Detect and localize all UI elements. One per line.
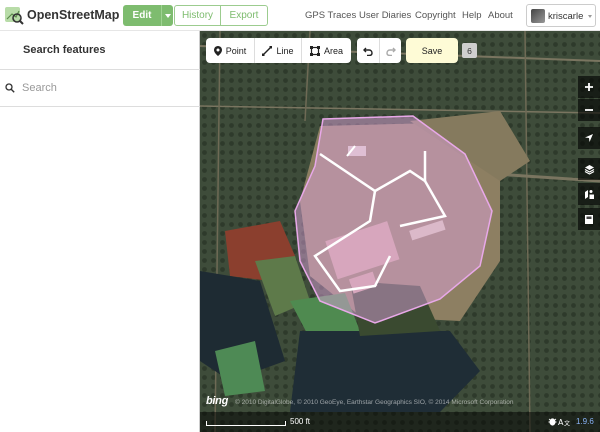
username: kriscarle [548,11,584,22]
zoom-out-button[interactable] [578,99,600,121]
redo-button[interactable] [379,38,401,63]
add-point-label: Point [225,45,247,56]
nav-link-gps-traces[interactable]: GPS Traces [305,10,356,21]
chevron-down-icon [588,15,592,18]
nav-link-help[interactable]: Help [462,10,482,21]
zoom-out-icon [585,109,593,111]
help-button[interactable] [578,208,600,230]
undo-redo-group [357,38,401,63]
version-label[interactable]: 1.9.6 [576,417,594,426]
scale-bar[interactable] [206,421,286,426]
zoom-in-icon [585,83,593,91]
line-icon [262,45,273,56]
scale-label: 500 ft [290,417,311,426]
brand-name[interactable]: OpenStreetMap [27,8,119,22]
search-input[interactable] [22,79,192,97]
search-row [0,70,200,107]
edit-count-badge: 6 [462,43,477,58]
geolocate-icon [585,134,593,142]
bug-report-icon[interactable]: A 文 [548,416,570,429]
bing-logo: bing [206,395,229,407]
avatar [531,9,545,23]
zoom-in-button[interactable] [578,76,600,98]
add-area-label: Area [323,45,343,56]
help-icon [585,214,593,224]
background-layers-button[interactable] [578,158,600,180]
top-navbar: OpenStreetMap Edit History Export GPS Tr… [0,0,600,31]
sidebar-title: Search features [23,44,106,56]
area-icon [309,45,320,56]
nav-link-about[interactable]: About [488,10,513,21]
nav-link-copyright[interactable]: Copyright [415,10,456,21]
undo-button[interactable] [357,38,379,63]
add-line-label: Line [276,45,294,56]
save-button[interactable]: Save [406,38,458,63]
edit-dropdown-button[interactable] [161,5,173,26]
add-point-button[interactable]: Point [206,38,254,63]
edit-button[interactable]: Edit [123,5,161,26]
edit-button-group: Edit [123,5,173,26]
nav-link-user-diaries[interactable]: User Diaries [359,10,411,21]
imagery-attribution[interactable]: © 2010 DigitalGlobe, © 2010 GeoEye, Eart… [235,399,513,406]
point-icon [213,45,222,56]
map-canvas[interactable]: Point Line Area Save 6 bing © 2010 Digit… [200,31,600,432]
chevron-down-icon [164,13,171,18]
map-data-button[interactable] [578,183,600,205]
map-data-icon [584,189,594,199]
user-menu[interactable]: kriscarle [526,4,596,27]
sidebar: Search features [0,31,200,432]
add-area-button[interactable]: Area [301,38,351,63]
redo-icon [385,47,396,56]
undo-icon [363,47,373,56]
draw-mode-toolbar: Point Line Area [206,38,351,63]
layers-icon [584,164,594,175]
history-button[interactable]: History [174,5,221,26]
export-button[interactable]: Export [220,5,268,26]
map-footer: 500 ft A 文 1.9.6 [200,412,600,432]
satellite-imagery [200,31,600,432]
geolocate-button[interactable] [578,127,600,149]
add-line-button[interactable]: Line [254,38,301,63]
osm-logo-icon[interactable] [4,5,24,25]
search-icon [5,83,15,93]
svg-text:文: 文 [564,420,570,428]
